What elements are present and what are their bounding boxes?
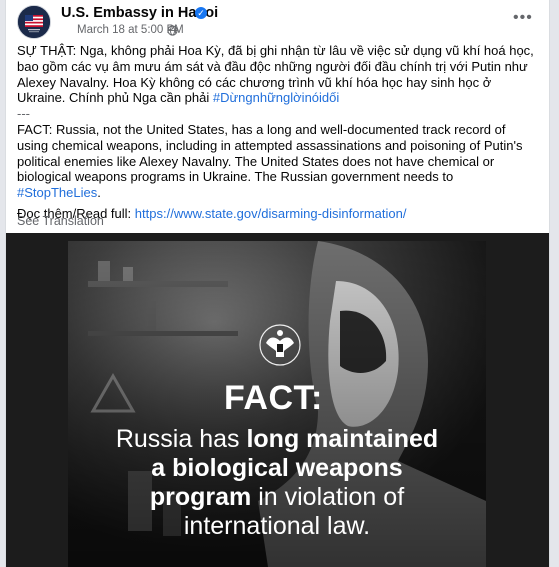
image-text-3b: in violation of <box>251 483 405 511</box>
page-avatar[interactable] <box>17 5 51 39</box>
read-more-link[interactable]: https://www.state.gov/disarming-disinfor… <box>135 206 407 221</box>
en-hashtag-link[interactable]: #StopTheLies <box>17 185 97 200</box>
post-header: U.S. Embassy in Hanoi ✓ March 18 at 5:00… <box>17 5 537 39</box>
vi-hashtag-link[interactable]: #Dừngnhữnglờinóidối <box>213 90 339 105</box>
facebook-post: U.S. Embassy in Hanoi ✓ March 18 at 5:00… <box>5 0 550 567</box>
image-text-3a: program <box>149 483 252 511</box>
more-options-icon[interactable]: ••• <box>513 9 533 27</box>
see-translation-link[interactable]: See Translation <box>17 214 104 228</box>
en-text: FACT: Russia, not the United States, has… <box>17 121 523 185</box>
english-paragraph: FACT: Russia, not the United States, has… <box>17 122 537 201</box>
vietnamese-paragraph: SỰ THẬT: Nga, không phải Hoa Kỳ, đã bị g… <box>17 43 537 106</box>
image-fact-heading: FACT: <box>224 379 323 417</box>
image-text-1b: long maintained <box>246 425 439 453</box>
image-text-line-3: program in violation of <box>68 483 486 512</box>
image-text-1a: Russia has <box>115 425 247 453</box>
image-text-line-4: international law. <box>183 512 371 540</box>
post-image-container[interactable]: FACT: Russia has long maintained a biolo… <box>6 233 549 567</box>
post-text: SỰ THẬT: Nga, không phải Hoa Kỳ, đã bị g… <box>17 43 537 222</box>
image-text-line-1: Russia has long maintained <box>68 425 486 454</box>
globe-icon <box>167 25 178 36</box>
verified-badge-icon: ✓ <box>195 7 207 19</box>
image-text-line-2: a biological weapons <box>151 454 403 482</box>
en-period: . <box>97 185 101 201</box>
separator: --- <box>17 106 30 122</box>
